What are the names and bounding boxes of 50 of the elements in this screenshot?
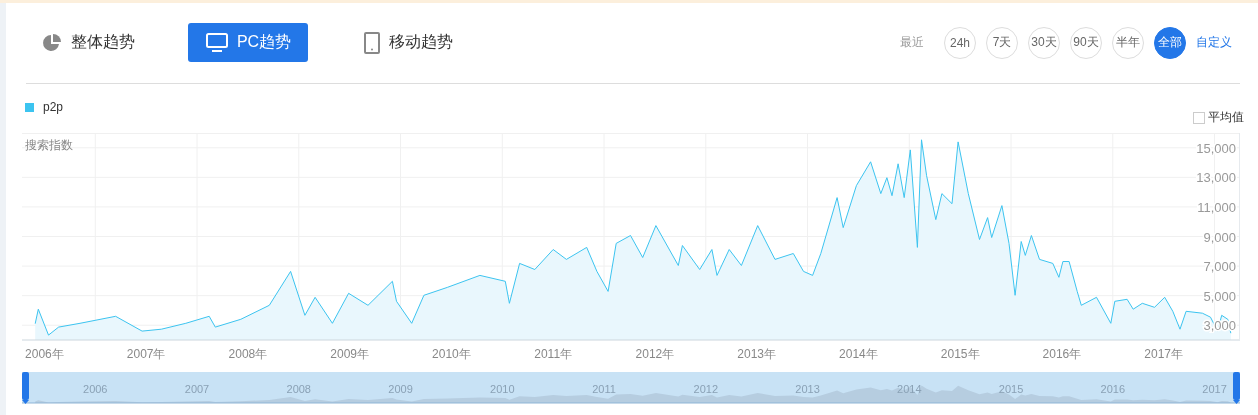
y-axis-label: 11,000 xyxy=(1197,199,1236,215)
slider-year-label: 2008 xyxy=(286,383,311,395)
range-option[interactable]: 30天 xyxy=(1028,26,1060,59)
range-option[interactable]: 7天 xyxy=(986,26,1018,59)
pie-chart-icon xyxy=(41,31,63,54)
x-axis-label: 2011年 xyxy=(534,347,573,361)
y-axis-label: 7,000 xyxy=(1203,259,1236,275)
y-axis-label: 15,000 xyxy=(1196,140,1236,156)
slider-year-label: 2007 xyxy=(184,383,210,395)
slider-year-label: 2014 xyxy=(897,383,922,395)
x-axis-label: 2010年 xyxy=(432,347,471,361)
range-option[interactable]: 半年 xyxy=(1112,26,1144,59)
slider-handle[interactable] xyxy=(1233,372,1240,404)
tablet-icon xyxy=(363,31,381,54)
slider-handle[interactable] xyxy=(22,372,29,404)
x-axis-label: 2016年 xyxy=(1042,347,1082,361)
x-axis-label: 2012年 xyxy=(635,347,675,361)
y-axis-label: 13,000 xyxy=(1196,170,1236,186)
tab[interactable]: PC趋势 xyxy=(188,23,308,62)
y-axis-label: 5,000 xyxy=(1203,288,1236,304)
x-axis-label: 2015年 xyxy=(940,347,980,361)
y-axis-label: 9,000 xyxy=(1203,229,1236,245)
range-option[interactable]: 24h xyxy=(944,26,976,59)
x-axis-label: 2008年 xyxy=(228,347,268,361)
slider-year-label: 2011 xyxy=(592,383,616,395)
slider-year-label: 2006 xyxy=(83,383,108,395)
y-axis-title: 搜索指数 xyxy=(25,138,73,152)
tab[interactable]: 移动趋势 xyxy=(348,23,468,62)
slider-year-label: 2012 xyxy=(693,383,719,395)
average-checkbox[interactable]: 平均值 xyxy=(1193,109,1244,126)
x-axis-label: 2013年 xyxy=(737,347,776,361)
slider-year-label: 2016 xyxy=(1100,383,1126,395)
slider-year-label: 2013 xyxy=(795,383,820,395)
range-option[interactable]: 90天 xyxy=(1070,26,1102,59)
legend-label: p2p xyxy=(43,100,64,114)
x-axis-label: 2017年 xyxy=(1144,347,1184,361)
slider-year-label: 2009 xyxy=(388,383,413,395)
range-option[interactable]: 全部 xyxy=(1154,26,1186,59)
tab[interactable]: 整体趋势 xyxy=(28,23,148,62)
slider-year-label: 2010 xyxy=(490,383,515,395)
x-axis-label: 2014年 xyxy=(839,347,878,361)
recent-label: 最近 xyxy=(900,34,924,51)
slider-year-label: 2015 xyxy=(998,383,1024,395)
custom-range-link[interactable]: 自定义 xyxy=(1196,34,1232,51)
checkbox[interactable] xyxy=(1193,111,1205,124)
x-axis-label: 2009年 xyxy=(330,347,369,361)
monitor-icon xyxy=(204,31,229,54)
x-axis-label: 2007年 xyxy=(126,347,166,361)
x-axis-label: 2006年 xyxy=(25,347,64,361)
slider-year-label: 2017 xyxy=(1202,383,1227,395)
